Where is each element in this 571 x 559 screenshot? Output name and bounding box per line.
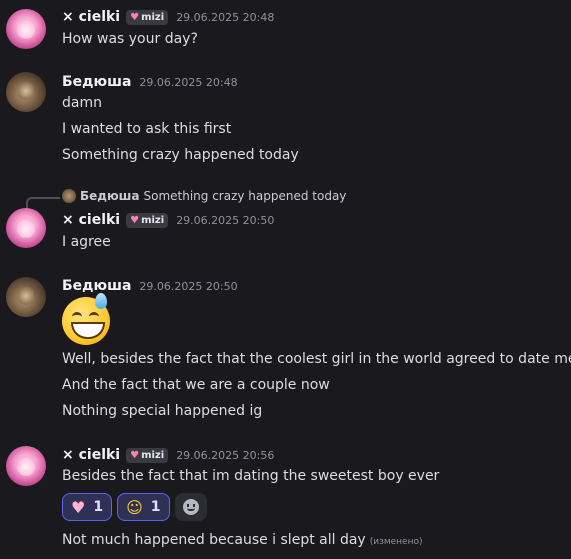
heart-icon: ♥	[130, 449, 140, 461]
message-text: And the fact that we are a couple now	[62, 377, 330, 393]
author-name[interactable]: × cielki	[62, 212, 120, 228]
add-reaction-button[interactable]	[174, 493, 207, 521]
guild-tag[interactable]: ♥ mizi	[126, 447, 169, 463]
heart-icon: ♥	[130, 214, 140, 226]
avatar[interactable]	[6, 9, 46, 49]
message-text: Something crazy happened today	[62, 147, 299, 163]
message-text: Besides the fact that im dating the swee…	[62, 468, 440, 484]
message-text: How was your day?	[62, 31, 198, 47]
guild-tag-label: mizi	[141, 11, 165, 23]
message-header: Бедюша 29.06.2025 20:50	[62, 278, 238, 294]
timestamp[interactable]: 29.06.2025 20:50	[176, 214, 274, 227]
face-blowing-kiss-icon: ☺	[126, 497, 143, 517]
guild-tag[interactable]: ♥ mizi	[126, 212, 169, 228]
guild-tag-label: mizi	[141, 214, 165, 226]
reaction-count: 1	[150, 499, 161, 515]
heart-icon: ♥	[130, 11, 140, 23]
timestamp[interactable]: 29.06.2025 20:50	[139, 280, 237, 293]
reply-text[interactable]: Something crazy happened today	[143, 189, 346, 203]
grinning-face-with-sweat-icon[interactable]	[62, 293, 110, 345]
pink-heart-icon: ♥	[71, 497, 86, 517]
reply-author[interactable]: Бедюша	[80, 189, 139, 203]
timestamp[interactable]: 29.06.2025 20:48	[176, 11, 274, 24]
avatar[interactable]	[6, 277, 46, 317]
message-text-content: Not much happened because i slept all da…	[62, 532, 366, 548]
message-text: Nothing special happened ig	[62, 403, 263, 419]
message-text: damn	[62, 95, 102, 111]
avatar[interactable]	[6, 446, 46, 486]
author-name[interactable]: × cielki	[62, 447, 120, 463]
message-text: Well, besides the fact that the coolest …	[62, 351, 571, 367]
reaction-heart[interactable]: ♥ 1	[62, 493, 113, 521]
avatar[interactable]	[6, 208, 46, 248]
smiley-icon	[182, 499, 199, 515]
reaction-kiss[interactable]: ☺ 1	[117, 493, 170, 521]
guild-tag[interactable]: ♥ mizi	[126, 9, 169, 25]
message-header: Бедюша 29.06.2025 20:48	[62, 74, 238, 90]
reaction-count: 1	[93, 499, 104, 515]
reply-avatar	[62, 189, 76, 203]
reactions: ♥ 1 ☺ 1	[62, 493, 207, 521]
message-header: × cielki ♥ mizi 29.06.2025 20:50	[62, 212, 274, 228]
author-name[interactable]: × cielki	[62, 9, 120, 25]
author-name[interactable]: Бедюша	[62, 278, 131, 294]
edited-label: (изменено)	[369, 537, 423, 547]
message-header: × cielki ♥ mizi 29.06.2025 20:48	[62, 9, 274, 25]
author-name[interactable]: Бедюша	[62, 74, 131, 90]
message-header: × cielki ♥ mizi 29.06.2025 20:56	[62, 447, 274, 463]
timestamp[interactable]: 29.06.2025 20:48	[139, 76, 237, 89]
timestamp[interactable]: 29.06.2025 20:56	[176, 449, 274, 462]
message-text: Not much happened because i slept all da…	[62, 532, 423, 548]
guild-tag-label: mizi	[141, 449, 165, 461]
message-text: I agree	[62, 234, 111, 250]
avatar[interactable]	[6, 72, 46, 112]
reply-preview[interactable]: Бедюша Something crazy happened today	[62, 189, 346, 203]
message-text: I wanted to ask this first	[62, 121, 232, 137]
